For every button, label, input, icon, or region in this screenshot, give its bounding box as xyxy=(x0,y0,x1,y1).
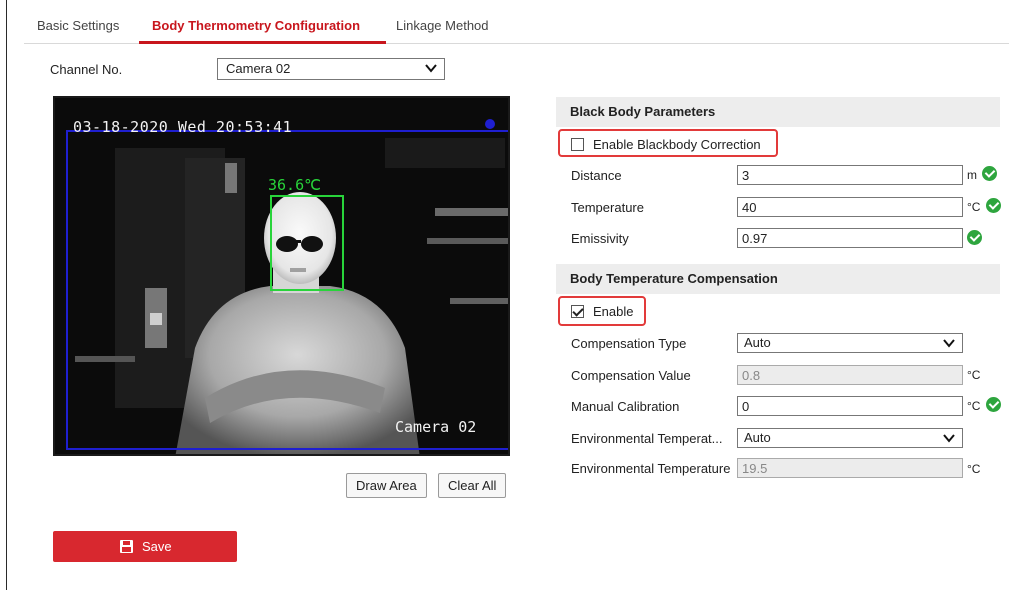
chevron-down-icon xyxy=(425,64,437,73)
tab-body-thermometry-configuration[interactable]: Body Thermometry Configuration xyxy=(152,18,360,33)
detected-temperature: 36.6℃ xyxy=(268,176,321,194)
emissivity-input[interactable] xyxy=(737,228,963,248)
distance-label: Distance xyxy=(571,168,622,183)
compensation-type-label: Compensation Type xyxy=(571,336,687,351)
thermal-video-preview[interactable]: 03-18-2020 Wed 20:53:41 36.6℃ Camera 02 xyxy=(53,96,510,456)
temperature-input[interactable] xyxy=(737,197,963,217)
save-button[interactable]: Save xyxy=(53,531,237,562)
active-tab-indicator xyxy=(139,41,386,44)
compensation-section-header: Body Temperature Compensation xyxy=(556,264,1000,294)
compensation-type-value: Auto xyxy=(744,335,771,350)
clear-all-button[interactable]: Clear All xyxy=(438,473,507,498)
save-button-label: Save xyxy=(142,539,172,554)
tab-linkage-method[interactable]: Linkage Method xyxy=(396,18,489,33)
enable-blackbody-correction-label: Enable Blackbody Correction xyxy=(593,137,761,152)
manual-calibration-valid-check-icon xyxy=(986,397,1001,412)
temperature-label: Temperature xyxy=(571,200,644,215)
manual-calibration-input[interactable] xyxy=(737,396,963,416)
enable-blackbody-correction-row[interactable]: Enable Blackbody Correction xyxy=(571,137,761,152)
temperature-unit: °C xyxy=(967,200,981,214)
distance-valid-check-icon xyxy=(982,166,997,181)
environmental-temperature-unit: °C xyxy=(967,462,981,476)
channel-select[interactable]: Camera 02 xyxy=(217,58,445,80)
manual-calibration-unit: °C xyxy=(967,399,981,413)
compensation-enable-checkbox[interactable] xyxy=(571,305,584,318)
distance-unit: m xyxy=(967,168,977,182)
temperature-valid-check-icon xyxy=(986,198,1001,213)
compensation-value-unit: °C xyxy=(967,368,981,382)
compensation-enable-row[interactable]: Enable xyxy=(571,304,633,319)
environmental-temperature-type-value: Auto xyxy=(744,430,771,445)
chevron-down-icon xyxy=(943,434,955,443)
draw-area-button[interactable]: Draw Area xyxy=(346,473,427,498)
video-timestamp: 03-18-2020 Wed 20:53:41 xyxy=(73,118,293,136)
compensation-value-input xyxy=(737,365,963,385)
compensation-value-label: Compensation Value xyxy=(571,368,691,383)
manual-calibration-label: Manual Calibration xyxy=(571,399,680,414)
channel-label: Channel No. xyxy=(50,62,123,77)
chevron-down-icon xyxy=(943,339,955,348)
compensation-type-select[interactable]: Auto xyxy=(737,333,963,353)
emissivity-valid-check-icon xyxy=(967,230,982,245)
enable-blackbody-correction-checkbox[interactable] xyxy=(571,138,584,151)
environmental-temperature-input xyxy=(737,458,963,478)
environmental-temperature-label: Environmental Temperature xyxy=(571,461,731,476)
environmental-temperature-type-select[interactable]: Auto xyxy=(737,428,963,448)
channel-select-value: Camera 02 xyxy=(226,61,291,76)
compensation-enable-label: Enable xyxy=(593,304,634,319)
window-left-border xyxy=(6,0,7,590)
environmental-temperature-type-label: Environmental Temperat... xyxy=(571,431,723,446)
thermal-scene xyxy=(55,98,508,454)
distance-input[interactable] xyxy=(737,165,963,185)
emissivity-label: Emissivity xyxy=(571,231,629,246)
video-camera-name: Camera 02 xyxy=(395,418,477,436)
tab-basic-settings[interactable]: Basic Settings xyxy=(37,18,119,33)
blackbody-section-header: Black Body Parameters xyxy=(556,97,1000,127)
tab-bar: Basic Settings Body Thermometry Configur… xyxy=(24,10,1009,44)
floppy-disk-icon xyxy=(120,540,133,553)
